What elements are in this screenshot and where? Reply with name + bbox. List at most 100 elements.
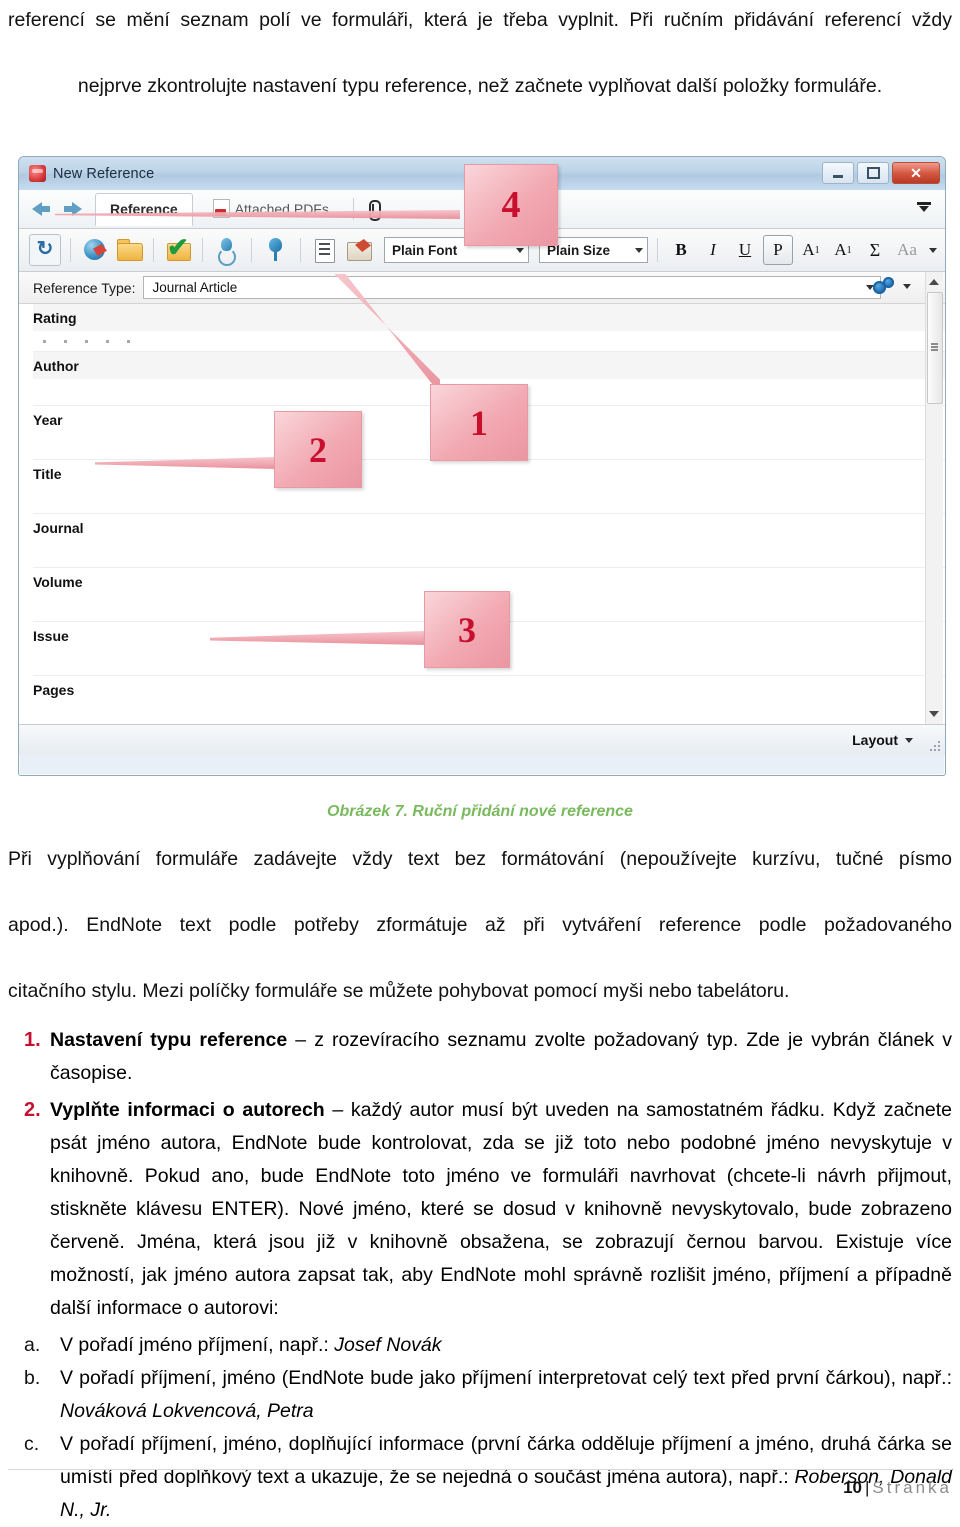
symbol-button[interactable]: Σ [861,236,889,264]
gear-icon[interactable] [873,277,895,296]
scrollbar-thumb[interactable] [927,292,943,404]
superscript-button[interactable]: A1 [797,236,825,264]
toolbar-divider [202,238,203,262]
field-label: Title [33,466,62,482]
form-settings-group[interactable] [873,277,911,296]
toolbar-divider [153,238,154,262]
chevron-down-icon[interactable] [903,284,911,289]
forward-arrow-icon[interactable] [59,198,85,220]
field-row[interactable]: Issue [33,622,945,676]
chevron-down-icon[interactable] [929,247,937,253]
size-select[interactable]: Plain Size [539,237,648,263]
field-input[interactable] [33,379,945,405]
endnote-screenshot-figure: New Reference ✕ Reference Attached PDFs [10,156,954,781]
field-row[interactable]: Pages [33,676,945,724]
minimize-button[interactable] [822,162,854,184]
globe-icon[interactable] [80,235,110,265]
pin-icon[interactable] [261,235,291,265]
tab-attached-pdfs[interactable]: Attached PDFs [199,192,343,226]
rating-dot[interactable] [43,339,46,343]
rating-dot[interactable] [64,339,67,343]
folder-icon[interactable] [114,235,144,265]
tabbar-divider [352,198,354,220]
field-row[interactable]: Volume [33,568,945,622]
collapse-chevron-icon[interactable] [917,202,931,214]
tab-reference[interactable]: Reference [95,193,193,226]
field-label: Author [33,352,945,379]
reference-type-dropdown[interactable]: Journal Article [143,276,881,299]
field-input[interactable] [33,541,945,567]
form-scrollbar[interactable] [925,272,943,724]
superscript-marker: 1 [814,244,820,256]
field-input[interactable] [33,703,945,724]
window-titlebar: New Reference ✕ [19,157,945,190]
subscript-button[interactable]: A1 [829,236,857,264]
field-label: Journal [33,520,84,536]
bold-button[interactable]: B [667,236,695,264]
scroll-down-icon[interactable] [929,711,939,717]
footer-page-number: 10 [843,1478,862,1497]
field-input[interactable] [33,595,945,621]
page-footer: 10 | Stránka [8,1469,952,1498]
minimize-icon [833,174,843,178]
chevron-down-icon [635,247,643,253]
rating-dot[interactable] [127,339,130,343]
underline-button[interactable]: U [731,236,759,264]
window-title: New Reference [53,165,155,182]
list-marker: c. [24,1433,40,1455]
spellcheck-icon[interactable] [163,234,193,265]
resize-grip[interactable] [930,741,940,751]
field-row[interactable]: Title [33,460,945,514]
list-icon[interactable] [310,235,340,265]
refresh-icon[interactable] [29,234,61,266]
field-input[interactable] [33,487,945,513]
pdf-icon [212,199,230,218]
pin-insert-icon[interactable] [212,235,242,266]
field-list: Rating Author Year Title Journal Volume … [19,304,945,724]
intro-line-1: referencí se mění seznam polí ve formulá… [8,9,952,31]
tab-attached-pdfs-label: Attached PDFs [234,200,329,217]
scroll-up-icon[interactable] [929,279,939,285]
body-p1-line-2: apod.). EndNote text podle potřeby zform… [8,914,952,936]
list-item: a. V pořadí jméno příjmení, např.: Josef… [8,1329,952,1362]
close-button[interactable]: ✕ [892,162,940,184]
rating-dot[interactable] [85,339,88,343]
reference-type-value: Journal Article [152,280,238,295]
case-button[interactable]: Aa [893,236,921,264]
body-p1-line-1: Při vyplňování formuláře zadávejte vždy … [8,848,952,870]
body-paragraph-1: Při vyplňování formuláře zadávejte vždy … [8,843,952,1008]
reference-tabbar: Reference Attached PDFs [19,190,945,229]
footer-label: Stránka [872,1478,952,1497]
field-label: Rating [33,304,945,331]
rating-stars[interactable] [33,331,945,351]
field-row[interactable]: Year [33,406,945,460]
maximize-button[interactable] [857,162,889,184]
maximize-icon [866,167,880,179]
list-item-heading: Vyplňte informaci o autorech [50,1099,325,1121]
font-select-value: Plain Font [392,242,458,258]
list-item-text: V pořadí jméno příjmení, např.: [60,1334,335,1356]
list-marker: 1. [24,1029,41,1051]
field-row[interactable]: Author [33,352,945,406]
list-marker: 2. [24,1099,41,1121]
field-row[interactable]: Rating [33,304,945,352]
field-row[interactable]: Journal [33,514,945,568]
layout-button[interactable]: Layout [852,732,913,748]
field-input[interactable] [33,433,945,459]
intro-line-2: nejprve zkontrolujte nastavení typu refe… [77,75,883,97]
plain-button[interactable]: P [763,235,793,265]
new-reference-window: New Reference ✕ Reference Attached PDFs [18,156,946,776]
window-controls: ✕ [822,162,940,184]
reference-form: Reference Type: Journal Article Rating A… [19,272,945,725]
field-label: Year [33,412,63,428]
font-select[interactable]: Plain Font [384,237,529,263]
rating-dot[interactable] [106,339,109,343]
back-arrow-icon[interactable] [29,198,55,220]
paperclip-icon[interactable] [364,198,382,221]
list-marker: a. [24,1334,41,1356]
field-input[interactable] [33,649,945,675]
subscript-marker: 1 [846,244,852,256]
italic-button[interactable]: I [699,236,727,264]
list-item-example: Josef Novák [334,1334,442,1356]
book-icon[interactable] [344,235,374,265]
